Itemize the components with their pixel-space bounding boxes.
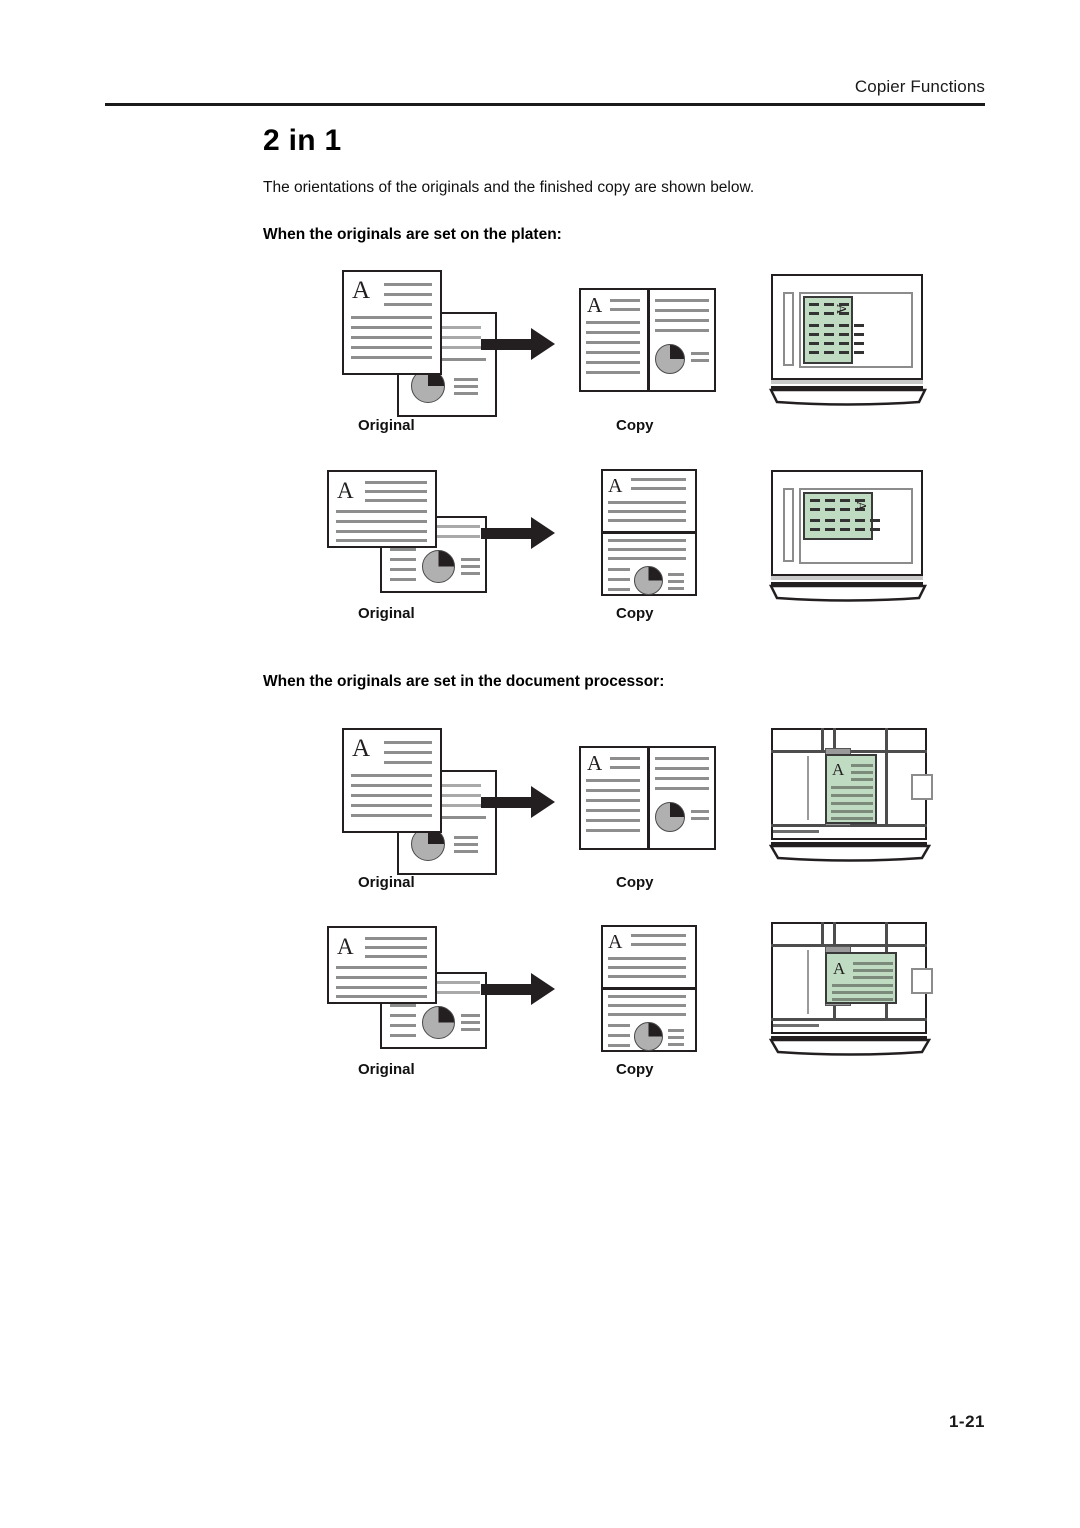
chart-legend-ticks [691, 810, 709, 824]
fed-document: A [825, 754, 877, 824]
letter-a-glyph: A [833, 959, 846, 978]
copy-sheet-two-up-stacked: A [601, 925, 711, 1060]
chart-legend-ticks [668, 573, 684, 594]
machine-document-processor-portrait: A [763, 724, 938, 869]
content-block: 2 in 1 The orientations of the originals… [263, 124, 985, 244]
pie-chart-icon [634, 566, 663, 595]
subheading-platen: When the originals are set on the platen… [263, 225, 562, 243]
fed-document: A [825, 952, 897, 1004]
caption-copy: Copy [616, 1061, 654, 1078]
machine-front-edge [769, 584, 927, 602]
page-number: 1-21 [948, 1412, 985, 1431]
header-rule [105, 103, 985, 106]
caption-original: Original [358, 1061, 415, 1078]
letter-a-glyph: A [853, 500, 869, 512]
figure-dp-portrait: A A A [263, 724, 985, 892]
copy-sheet-two-up-stacked: A [601, 469, 711, 604]
letter-a-glyph: A [587, 293, 603, 317]
chart-legend-ticks [454, 378, 478, 399]
caption-row-2: Original Copy [263, 606, 985, 628]
letter-a-glyph: A [337, 934, 354, 959]
pie-chart-icon [422, 550, 455, 583]
flow-arrow-icon [481, 786, 559, 818]
pie-chart-icon [634, 1022, 663, 1051]
page-split-divider [647, 748, 650, 848]
copy-sheet-two-up-side: A [579, 746, 719, 856]
letter-a-glyph: A [608, 931, 623, 953]
letter-a-glyph: A [587, 751, 603, 775]
original-sheet-front: A [327, 470, 437, 548]
scanned-document: A [803, 296, 864, 364]
chart-legend-ticks [691, 352, 709, 366]
page-split-divider [603, 531, 695, 534]
copy-sheet-two-up-side: A [579, 288, 719, 398]
machine-side-port [911, 968, 933, 994]
caption-row-4: Original Copy [263, 1062, 985, 1084]
flow-arrow-icon [481, 517, 559, 549]
page-title: 2 in 1 [263, 124, 342, 157]
machine-front-edge [769, 388, 927, 406]
machine-platen-landscape: A [763, 466, 933, 608]
platen-scale-bar [783, 488, 794, 562]
flow-arrow-icon [481, 973, 559, 1005]
flow-arrow-icon [481, 328, 559, 360]
letter-a-glyph: A [337, 478, 354, 503]
intro-paragraph: The orientations of the originals and th… [263, 179, 755, 196]
original-sheet-front: A [342, 270, 442, 375]
caption-original: Original [358, 417, 415, 434]
machine-front-edge [769, 1038, 931, 1056]
original-sheet-front: A [327, 926, 437, 1004]
chart-legend-ticks [668, 1029, 684, 1050]
subheading-document-processor: When the originals are set in the docume… [263, 673, 665, 690]
chart-legend-ticks [461, 558, 480, 579]
pie-chart-icon [655, 802, 685, 832]
chart-legend-ticks [461, 1014, 480, 1035]
scanned-document: A [803, 492, 880, 540]
caption-row-3: Original Copy [263, 875, 985, 897]
page-header: Copier Functions [105, 78, 985, 106]
machine-document-processor-landscape: A [763, 918, 938, 1063]
running-head: Copier Functions [854, 77, 985, 96]
caption-copy: Copy [616, 417, 654, 434]
machine-front-edge [769, 844, 931, 862]
figure-platen-portrait: A A A [263, 266, 985, 434]
caption-row-1: Original Copy [263, 418, 985, 440]
platen-scale-bar [783, 292, 794, 366]
page-split-divider [603, 987, 695, 990]
letter-a-glyph: A [833, 303, 849, 315]
machine-side-port [911, 774, 933, 800]
page-footer: 1-21 [949, 1412, 985, 1432]
letter-a-glyph: A [352, 277, 371, 304]
document-page: Copier Functions 2 in 1 The orientations… [0, 0, 1080, 1528]
page-split-divider [647, 290, 650, 390]
pie-chart-icon [655, 344, 685, 374]
chart-legend-ticks [454, 836, 478, 857]
caption-copy: Copy [616, 605, 654, 622]
caption-original: Original [358, 874, 415, 891]
caption-copy: Copy [616, 874, 654, 891]
machine-platen-portrait: A [763, 270, 933, 412]
letter-a-glyph: A [832, 760, 845, 779]
original-sheet-front: A [342, 728, 442, 833]
letter-a-glyph: A [352, 735, 371, 762]
caption-original: Original [358, 605, 415, 622]
pie-chart-icon [422, 1006, 455, 1039]
letter-a-glyph: A [608, 475, 623, 497]
subheading-block-2: When the originals are set in the docume… [263, 673, 985, 692]
